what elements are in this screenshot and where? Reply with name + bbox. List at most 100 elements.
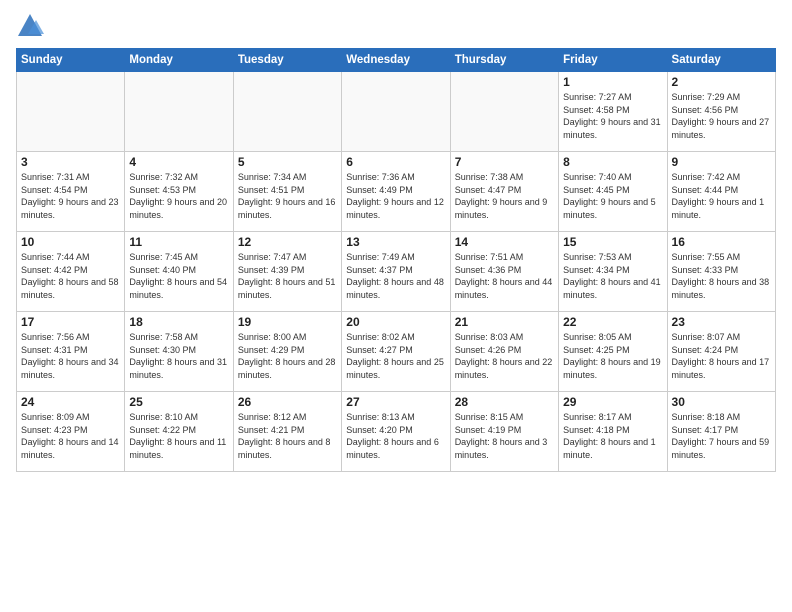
calendar-cell: 27 Sunrise: 8:13 AM Sunset: 4:20 PM Dayli… xyxy=(342,392,450,472)
day-info: Sunrise: 7:34 AM Sunset: 4:51 PM Dayligh… xyxy=(238,171,337,221)
day-number: 15 xyxy=(563,235,662,249)
week-row-1: 1 Sunrise: 7:27 AM Sunset: 4:58 PM Daylig… xyxy=(17,72,776,152)
weekday-wednesday: Wednesday xyxy=(342,49,450,72)
day-info: Sunrise: 8:17 AM Sunset: 4:18 PM Dayligh… xyxy=(563,411,662,461)
calendar-cell: 24 Sunrise: 8:09 AM Sunset: 4:23 PM Dayli… xyxy=(17,392,125,472)
day-number: 28 xyxy=(455,395,554,409)
day-info: Sunrise: 7:49 AM Sunset: 4:37 PM Dayligh… xyxy=(346,251,445,301)
day-number: 22 xyxy=(563,315,662,329)
calendar-cell: 15 Sunrise: 7:53 AM Sunset: 4:34 PM Dayli… xyxy=(559,232,667,312)
calendar-cell: 12 Sunrise: 7:47 AM Sunset: 4:39 PM Dayli… xyxy=(233,232,341,312)
day-number: 24 xyxy=(21,395,120,409)
calendar-cell: 21Sunrise: 8:03 AM Sunset: 4:26 PM Dayli… xyxy=(450,312,558,392)
calendar-cell xyxy=(450,72,558,152)
calendar-cell: 23 Sunrise: 8:07 AM Sunset: 4:24 PM Dayli… xyxy=(667,312,775,392)
calendar-cell: 10Sunrise: 7:44 AM Sunset: 4:42 PM Dayli… xyxy=(17,232,125,312)
day-number: 20 xyxy=(346,315,445,329)
day-info: Sunrise: 7:29 AM Sunset: 4:56 PM Dayligh… xyxy=(672,91,771,141)
calendar-cell: 2Sunrise: 7:29 AM Sunset: 4:56 PM Daylig… xyxy=(667,72,775,152)
day-number: 16 xyxy=(672,235,771,249)
day-number: 4 xyxy=(129,155,228,169)
day-number: 1 xyxy=(563,75,662,89)
day-number: 29 xyxy=(563,395,662,409)
calendar-cell: 9 Sunrise: 7:42 AM Sunset: 4:44 PM Daylig… xyxy=(667,152,775,232)
day-info: Sunrise: 8:09 AM Sunset: 4:23 PM Dayligh… xyxy=(21,411,120,461)
day-number: 17 xyxy=(21,315,120,329)
weekday-thursday: Thursday xyxy=(450,49,558,72)
calendar-cell: 22Sunrise: 8:05 AM Sunset: 4:25 PM Dayli… xyxy=(559,312,667,392)
day-info: Sunrise: 7:36 AM Sunset: 4:49 PM Dayligh… xyxy=(346,171,445,221)
calendar-cell xyxy=(125,72,233,152)
day-info: Sunrise: 7:40 AM Sunset: 4:45 PM Dayligh… xyxy=(563,171,662,221)
day-number: 5 xyxy=(238,155,337,169)
weekday-saturday: Saturday xyxy=(667,49,775,72)
day-number: 30 xyxy=(672,395,771,409)
day-info: Sunrise: 8:02 AM Sunset: 4:27 PM Dayligh… xyxy=(346,331,445,381)
calendar-cell: 4 Sunrise: 7:32 AM Sunset: 4:53 PM Daylig… xyxy=(125,152,233,232)
day-number: 23 xyxy=(672,315,771,329)
day-info: Sunrise: 7:44 AM Sunset: 4:42 PM Dayligh… xyxy=(21,251,120,301)
calendar-cell: 6 Sunrise: 7:36 AM Sunset: 4:49 PM Daylig… xyxy=(342,152,450,232)
day-info: Sunrise: 7:55 AM Sunset: 4:33 PM Dayligh… xyxy=(672,251,771,301)
day-number: 27 xyxy=(346,395,445,409)
day-number: 7 xyxy=(455,155,554,169)
calendar-cell: 25 Sunrise: 8:10 AM Sunset: 4:22 PM Dayli… xyxy=(125,392,233,472)
week-row-2: 3 Sunrise: 7:31 AM Sunset: 4:54 PM Daylig… xyxy=(17,152,776,232)
day-info: Sunrise: 7:58 AM Sunset: 4:30 PM Dayligh… xyxy=(129,331,228,381)
calendar-cell: 3 Sunrise: 7:31 AM Sunset: 4:54 PM Daylig… xyxy=(17,152,125,232)
day-info: Sunrise: 8:00 AM Sunset: 4:29 PM Dayligh… xyxy=(238,331,337,381)
calendar-cell: 13 Sunrise: 7:49 AM Sunset: 4:37 PM Dayli… xyxy=(342,232,450,312)
calendar-cell: 14Sunrise: 7:51 AM Sunset: 4:36 PM Dayli… xyxy=(450,232,558,312)
day-number: 19 xyxy=(238,315,337,329)
calendar-cell: 7 Sunrise: 7:38 AM Sunset: 4:47 PM Daylig… xyxy=(450,152,558,232)
calendar-cell: 30 Sunrise: 8:18 AM Sunset: 4:17 PM Dayli… xyxy=(667,392,775,472)
calendar-cell xyxy=(17,72,125,152)
day-number: 18 xyxy=(129,315,228,329)
day-info: Sunrise: 8:13 AM Sunset: 4:20 PM Dayligh… xyxy=(346,411,445,461)
day-number: 3 xyxy=(21,155,120,169)
weekday-sunday: Sunday xyxy=(17,49,125,72)
day-info: Sunrise: 8:10 AM Sunset: 4:22 PM Dayligh… xyxy=(129,411,228,461)
header xyxy=(16,12,776,40)
day-info: Sunrise: 7:32 AM Sunset: 4:53 PM Dayligh… xyxy=(129,171,228,221)
calendar-cell: 8 Sunrise: 7:40 AM Sunset: 4:45 PM Daylig… xyxy=(559,152,667,232)
page: SundayMondayTuesdayWednesdayThursdayFrid… xyxy=(0,0,792,612)
day-number: 11 xyxy=(129,235,228,249)
calendar-cell: 1 Sunrise: 7:27 AM Sunset: 4:58 PM Daylig… xyxy=(559,72,667,152)
day-info: Sunrise: 7:45 AM Sunset: 4:40 PM Dayligh… xyxy=(129,251,228,301)
day-number: 12 xyxy=(238,235,337,249)
calendar-cell: 16 Sunrise: 7:55 AM Sunset: 4:33 PM Dayli… xyxy=(667,232,775,312)
logo xyxy=(16,12,46,40)
calendar-cell: 19 Sunrise: 8:00 AM Sunset: 4:29 PM Dayli… xyxy=(233,312,341,392)
day-number: 8 xyxy=(563,155,662,169)
day-number: 25 xyxy=(129,395,228,409)
weekday-monday: Monday xyxy=(125,49,233,72)
day-info: Sunrise: 7:53 AM Sunset: 4:34 PM Dayligh… xyxy=(563,251,662,301)
day-number: 6 xyxy=(346,155,445,169)
calendar-cell: 20 Sunrise: 8:02 AM Sunset: 4:27 PM Dayli… xyxy=(342,312,450,392)
day-info: Sunrise: 7:56 AM Sunset: 4:31 PM Dayligh… xyxy=(21,331,120,381)
calendar-cell: 11 Sunrise: 7:45 AM Sunset: 4:40 PM Dayli… xyxy=(125,232,233,312)
day-info: Sunrise: 7:47 AM Sunset: 4:39 PM Dayligh… xyxy=(238,251,337,301)
calendar-cell xyxy=(342,72,450,152)
day-number: 21 xyxy=(455,315,554,329)
day-number: 13 xyxy=(346,235,445,249)
day-info: Sunrise: 7:38 AM Sunset: 4:47 PM Dayligh… xyxy=(455,171,554,221)
calendar: SundayMondayTuesdayWednesdayThursdayFrid… xyxy=(16,48,776,472)
day-number: 26 xyxy=(238,395,337,409)
day-number: 9 xyxy=(672,155,771,169)
weekday-tuesday: Tuesday xyxy=(233,49,341,72)
calendar-cell: 29 Sunrise: 8:17 AM Sunset: 4:18 PM Dayli… xyxy=(559,392,667,472)
logo-icon xyxy=(16,12,44,40)
day-info: Sunrise: 7:31 AM Sunset: 4:54 PM Dayligh… xyxy=(21,171,120,221)
day-info: Sunrise: 8:18 AM Sunset: 4:17 PM Dayligh… xyxy=(672,411,771,461)
calendar-cell: 26Sunrise: 8:12 AM Sunset: 4:21 PM Dayli… xyxy=(233,392,341,472)
calendar-cell: 17 Sunrise: 7:56 AM Sunset: 4:31 PM Dayli… xyxy=(17,312,125,392)
day-info: Sunrise: 8:15 AM Sunset: 4:19 PM Dayligh… xyxy=(455,411,554,461)
calendar-cell: 28 Sunrise: 8:15 AM Sunset: 4:19 PM Dayli… xyxy=(450,392,558,472)
day-info: Sunrise: 7:42 AM Sunset: 4:44 PM Dayligh… xyxy=(672,171,771,221)
calendar-cell: 18 Sunrise: 7:58 AM Sunset: 4:30 PM Dayli… xyxy=(125,312,233,392)
week-row-5: 24 Sunrise: 8:09 AM Sunset: 4:23 PM Dayli… xyxy=(17,392,776,472)
day-info: Sunrise: 7:27 AM Sunset: 4:58 PM Dayligh… xyxy=(563,91,662,141)
day-info: Sunrise: 8:07 AM Sunset: 4:24 PM Dayligh… xyxy=(672,331,771,381)
